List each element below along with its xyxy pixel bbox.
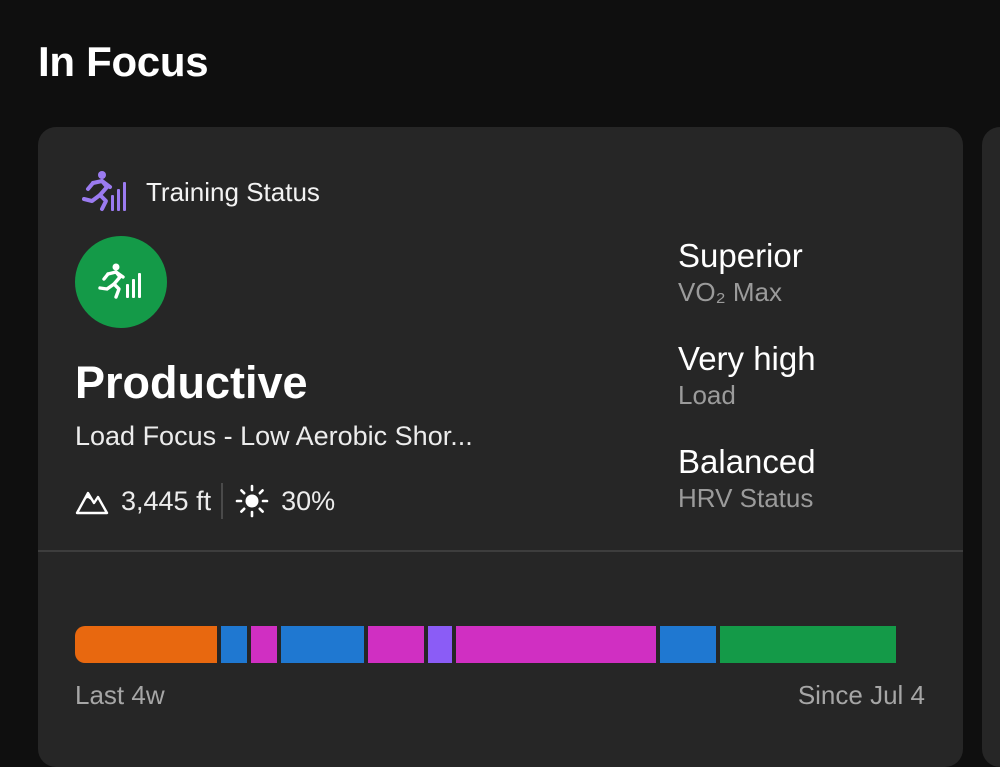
heat-value: 30% [281, 485, 336, 516]
status-label: Productive [75, 357, 308, 408]
mountain-icon [75, 491, 109, 515]
history-segment [250, 626, 277, 663]
status-badge [75, 236, 167, 328]
sun-icon [235, 484, 269, 518]
metric-value: Balanced [678, 443, 816, 480]
card-divider [38, 550, 963, 552]
history-segment [280, 626, 365, 663]
history-segment [368, 626, 424, 663]
history-start-label: Last 4w [75, 680, 165, 710]
metric-value: Very high [678, 340, 816, 377]
metric-value: Superior [678, 237, 803, 274]
history-segment [75, 626, 218, 663]
training-status-card[interactable]: Training Status Productive Load Focus - … [38, 127, 963, 767]
history-segment [456, 626, 657, 663]
metric-vo2max: Superior VO₂ Max [678, 237, 803, 307]
conditions-row: 3,445 ft 30% [75, 481, 335, 521]
metric-label: HRV Status [678, 483, 814, 513]
card-header: Training Status [80, 169, 320, 215]
conditions-divider [221, 483, 224, 519]
metric-hrv-status: Balanced HRV Status [678, 443, 816, 513]
load-focus-text: Load Focus - Low Aerobic Shor... [75, 421, 473, 451]
history-end-label: Since Jul 4 [797, 680, 925, 710]
altitude-value: 3,445 ft [121, 485, 212, 516]
next-card-peek[interactable] [982, 127, 1000, 767]
training-status-icon [82, 171, 126, 211]
metric-load: Very high Load [678, 340, 816, 410]
status-history-bar [75, 626, 925, 663]
section-title: In Focus [38, 38, 209, 85]
metric-label: VO₂ Max [678, 277, 782, 307]
history-segment [221, 626, 247, 663]
runner-bars-icon [98, 263, 141, 299]
metric-label: Load [678, 380, 736, 410]
history-segment [660, 626, 716, 663]
history-segment [427, 626, 453, 663]
history-segment [719, 626, 896, 663]
card-title: Training Status [146, 176, 320, 207]
